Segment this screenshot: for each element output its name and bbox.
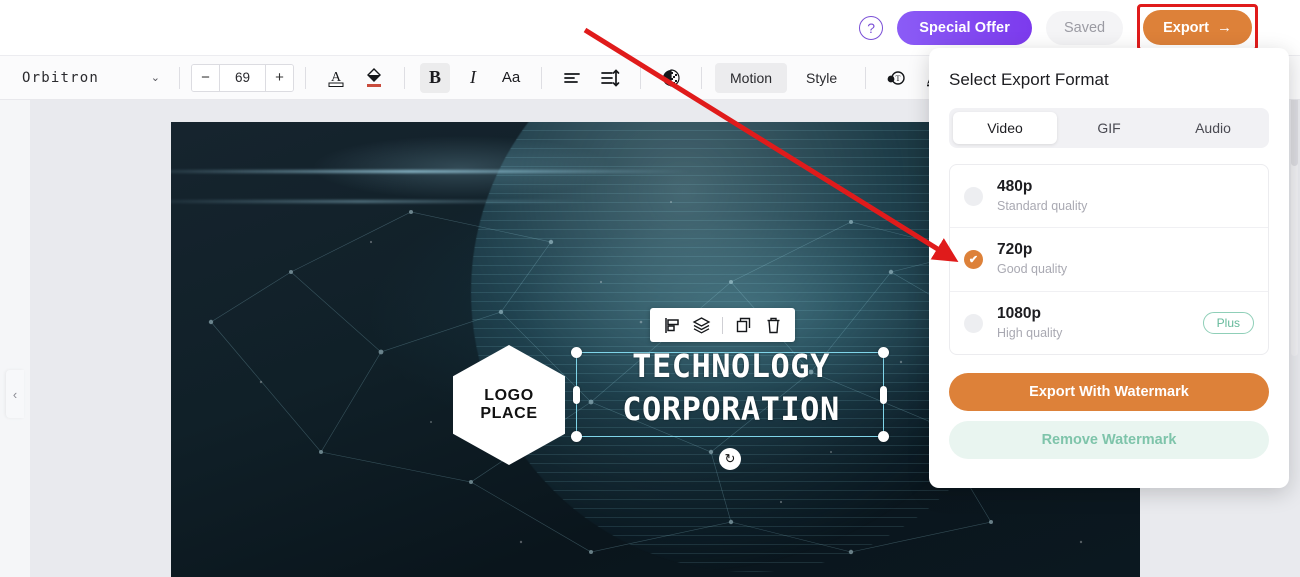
title-line-1: TECHNOLOGY	[632, 347, 830, 385]
export-button[interactable]: Export →	[1143, 10, 1252, 45]
top-bar-actions: ? Special Offer Saved Export →	[859, 0, 1258, 55]
divider	[640, 66, 641, 89]
panel-collapse-button[interactable]: ‹	[6, 370, 24, 418]
resize-handle-top-right[interactable]	[878, 347, 889, 358]
quality-desc-480p: Standard quality	[997, 198, 1088, 213]
quality-text-1080p: 1080p High quality	[997, 304, 1062, 342]
text-effect-icon[interactable]: T	[881, 63, 911, 93]
top-bar: ? Special Offer Saved Export →	[0, 0, 1300, 55]
special-offer-button[interactable]: Special Offer	[897, 10, 1032, 45]
text-element-selection[interactable]: TECHNOLOGY CORPORATION ↻	[571, 347, 889, 470]
italic-button[interactable]: I	[458, 63, 488, 93]
resize-handle-middle-right[interactable]	[880, 385, 887, 404]
export-button-highlight: Export →	[1137, 4, 1258, 51]
logo-line-1: LOGO	[484, 386, 534, 404]
tab-motion[interactable]: Motion	[715, 62, 788, 93]
letter-case-button[interactable]: Aa	[496, 63, 526, 93]
remove-watermark-button[interactable]: Remove Watermark	[949, 421, 1269, 460]
format-tabs: Video GIF Audio	[949, 108, 1269, 148]
divider	[179, 66, 180, 89]
export-with-watermark-button[interactable]: Export With Watermark	[949, 373, 1269, 412]
font-size-stepper: − 69 +	[191, 63, 294, 92]
line-spacing-icon[interactable]	[595, 63, 625, 93]
quality-option-1080p[interactable]: 1080p High quality Plus	[950, 292, 1268, 354]
tab-audio[interactable]: Audio	[1161, 112, 1265, 144]
font-size-decrease-button[interactable]: −	[192, 64, 219, 91]
fill-bucket-icon[interactable]	[359, 63, 389, 93]
quality-name-1080p: 1080p	[997, 304, 1041, 322]
divider	[701, 66, 702, 89]
tab-style[interactable]: Style	[791, 63, 852, 93]
quality-name-480p: 480p	[997, 178, 1033, 195]
layers-icon[interactable]	[688, 312, 714, 338]
arrow-right-icon: →	[1217, 19, 1232, 36]
align-left-icon[interactable]	[557, 63, 587, 93]
quality-text-480p: 480p Standard quality	[997, 177, 1087, 215]
font-size-increase-button[interactable]: +	[266, 64, 293, 91]
logo-line-2: PLACE	[480, 405, 538, 422]
font-color-icon[interactable]: A	[321, 63, 351, 93]
radio-720p[interactable]: ✔	[964, 250, 983, 270]
quality-desc-720p: Good quality	[997, 262, 1068, 277]
divider	[305, 66, 306, 89]
tab-video[interactable]: Video	[953, 112, 1057, 144]
quality-text-720p: 720p Good quality	[997, 240, 1067, 278]
vertical-scrollbar[interactable]	[1291, 56, 1298, 356]
left-panel-rail	[0, 100, 30, 577]
resize-handle-middle-left[interactable]	[573, 385, 580, 404]
panel-title: Select Export Format	[949, 70, 1109, 89]
align-icon[interactable]	[659, 312, 685, 338]
quality-options-list: 480p Standard quality ✔ 720p Good qualit…	[949, 164, 1269, 356]
export-button-label: Export	[1163, 19, 1209, 36]
chevron-down-icon: ⌄	[150, 72, 160, 84]
delete-icon[interactable]	[760, 312, 786, 338]
resize-handle-bottom-left[interactable]	[571, 431, 582, 442]
help-icon[interactable]: ?	[859, 15, 884, 40]
opacity-icon[interactable]	[656, 63, 686, 93]
app-root: ? Special Offer Saved Export → Orbitron …	[0, 0, 1300, 577]
export-format-panel: Select Export Format Video GIF Audio 480…	[929, 48, 1289, 488]
saved-button[interactable]: Saved	[1045, 10, 1124, 45]
quality-option-480p[interactable]: 480p Standard quality	[950, 165, 1268, 229]
quality-desc-1080p: High quality	[997, 325, 1063, 340]
canvas-title-text: TECHNOLOGY CORPORATION	[577, 345, 885, 430]
divider	[722, 316, 723, 334]
font-size-input[interactable]: 69	[219, 64, 266, 91]
font-family-select[interactable]: Orbitron ⌄	[16, 63, 168, 93]
quality-option-720p[interactable]: ✔ 720p Good quality	[950, 228, 1268, 292]
bold-button[interactable]: B	[420, 62, 450, 93]
quality-name-720p: 720p	[997, 241, 1033, 259]
divider	[541, 66, 542, 89]
resize-handle-top-left[interactable]	[571, 347, 582, 358]
tab-gif[interactable]: GIF	[1057, 112, 1161, 144]
title-line-2: CORPORATION	[622, 389, 840, 428]
svg-text:T: T	[896, 74, 901, 83]
duplicate-icon[interactable]	[731, 312, 757, 338]
rotate-handle[interactable]: ↻	[719, 448, 741, 470]
plus-badge: Plus	[1202, 312, 1254, 335]
font-family-label: Orbitron	[22, 69, 100, 86]
divider	[865, 66, 867, 89]
divider	[404, 66, 405, 89]
radio-480p[interactable]	[964, 186, 983, 206]
element-floating-toolbar	[650, 308, 795, 342]
radio-1080p[interactable]	[964, 313, 983, 333]
resize-handle-bottom-right[interactable]	[878, 431, 889, 442]
